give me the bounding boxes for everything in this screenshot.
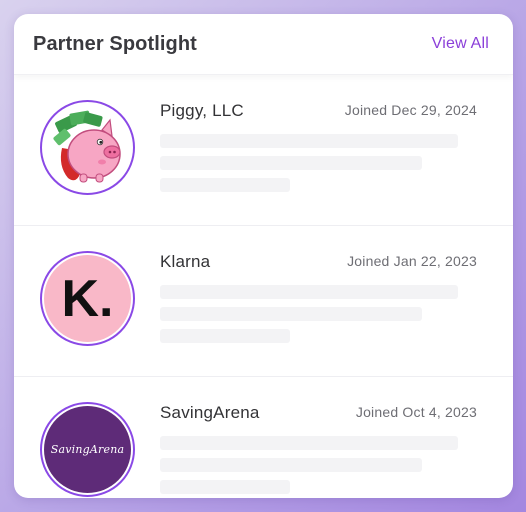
description-placeholder-line bbox=[160, 307, 422, 321]
partner-joined-date: Joined Jan 22, 2023 bbox=[347, 253, 477, 269]
card-header: Partner Spotlight View All bbox=[14, 14, 513, 75]
partner-row[interactable]: K. Klarna Joined Jan 22, 2023 bbox=[14, 226, 513, 377]
partner-joined-date: Joined Oct 4, 2023 bbox=[355, 404, 477, 420]
piggy-logo-icon bbox=[44, 104, 131, 191]
partner-name: SavingArena bbox=[160, 403, 260, 422]
partner-spotlight-card: Partner Spotlight View All Piggy, LLC Jo… bbox=[14, 14, 513, 498]
klarna-logo-icon: K. bbox=[44, 255, 131, 342]
description-placeholder-line bbox=[160, 178, 290, 192]
description-placeholder-line bbox=[160, 458, 422, 472]
card-title: Partner Spotlight bbox=[33, 32, 197, 55]
savingarena-logo-icon: SavingArena bbox=[44, 406, 131, 493]
partner-joined-date: Joined Dec 29, 2024 bbox=[344, 102, 477, 118]
savingarena-logo-text: SavingArena bbox=[50, 443, 125, 456]
description-placeholder-line bbox=[160, 436, 458, 450]
partner-name: Klarna bbox=[160, 252, 211, 271]
partner-list: Piggy, LLC Joined Dec 29, 2024 K. Klarna… bbox=[14, 75, 513, 498]
partner-name: Piggy, LLC bbox=[160, 101, 244, 120]
partner-avatar: SavingArena bbox=[40, 402, 135, 497]
description-placeholder-line bbox=[160, 156, 422, 170]
partner-row[interactable]: SavingArena SavingArena Joined Oct 4, 20… bbox=[14, 377, 513, 498]
partner-row[interactable]: Piggy, LLC Joined Dec 29, 2024 bbox=[14, 75, 513, 226]
description-placeholder-line bbox=[160, 285, 458, 299]
partner-avatar bbox=[40, 100, 135, 195]
partner-avatar: K. bbox=[40, 251, 135, 346]
description-placeholder-line bbox=[160, 329, 290, 343]
description-placeholder-line bbox=[160, 480, 290, 494]
klarna-logo-text: K. bbox=[61, 269, 114, 328]
description-placeholder-line bbox=[160, 134, 458, 148]
view-all-link[interactable]: View All bbox=[432, 35, 489, 53]
